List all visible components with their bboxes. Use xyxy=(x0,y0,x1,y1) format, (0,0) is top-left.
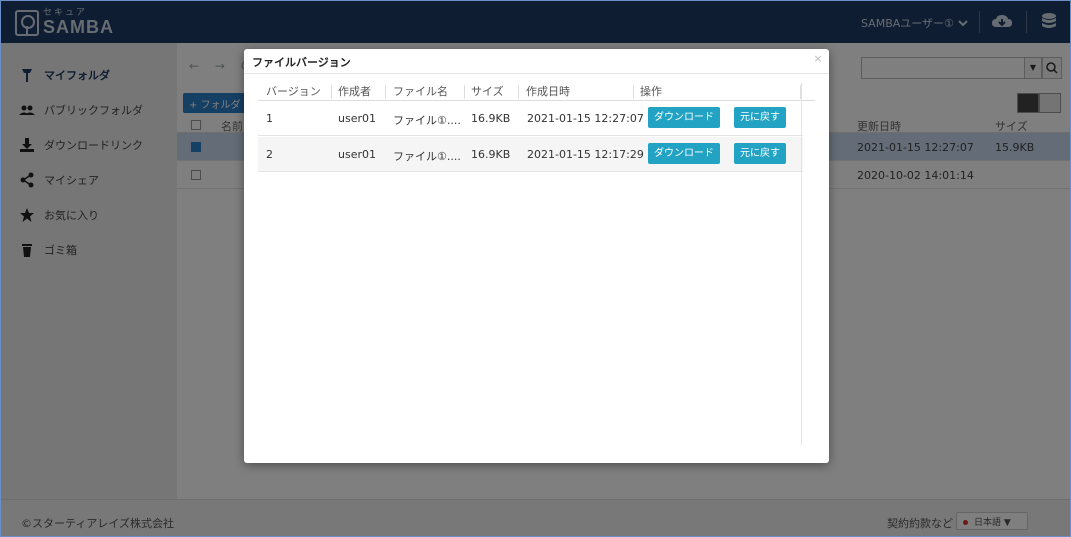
dialog-title: ファイルバージョン xyxy=(252,56,351,69)
download-button[interactable]: ダウンロード xyxy=(648,143,720,164)
row-size: 16.9KB xyxy=(471,148,511,161)
row-version: 1 xyxy=(266,112,273,125)
download-button[interactable]: ダウンロード xyxy=(648,107,720,128)
dialog-divider xyxy=(244,73,829,74)
row-created: 2021-01-15 12:27:07 xyxy=(527,112,644,125)
table-scrollbar[interactable] xyxy=(801,83,813,445)
column-version: バージョン xyxy=(266,85,321,98)
column-author: 作成者 xyxy=(338,85,371,98)
table-row: 1 user01 ファイル①.... 16.9KB 2021-01-15 12:… xyxy=(258,101,803,136)
revert-button[interactable]: 元に戻す xyxy=(734,107,786,128)
version-table-header: バージョン 作成者 ファイル名 サイズ 作成日時 操作 xyxy=(258,83,815,101)
column-actions: 操作 xyxy=(640,85,662,98)
column-size: サイズ xyxy=(471,85,504,98)
row-filename: ファイル①.... xyxy=(393,150,461,163)
column-filename: ファイル名 xyxy=(393,85,448,98)
file-version-dialog: ファイルバージョン × バージョン 作成者 ファイル名 サイズ 作成日時 操作 … xyxy=(244,49,829,463)
table-row: 2 user01 ファイル①.... 16.9KB 2021-01-15 12:… xyxy=(258,137,803,172)
app-window: セキュア SAMBA SAMBAユーザー① マイフォルダ パブリックフォルダ xyxy=(0,0,1071,537)
row-version: 2 xyxy=(266,148,273,161)
revert-button[interactable]: 元に戻す xyxy=(734,143,786,164)
close-icon[interactable]: × xyxy=(812,53,824,65)
row-author: user01 xyxy=(338,112,376,125)
row-filename: ファイル①.... xyxy=(393,114,461,127)
column-created: 作成日時 xyxy=(526,85,570,98)
row-author: user01 xyxy=(338,148,376,161)
row-size: 16.9KB xyxy=(471,112,511,125)
row-created: 2021-01-15 12:17:29 xyxy=(527,148,644,161)
